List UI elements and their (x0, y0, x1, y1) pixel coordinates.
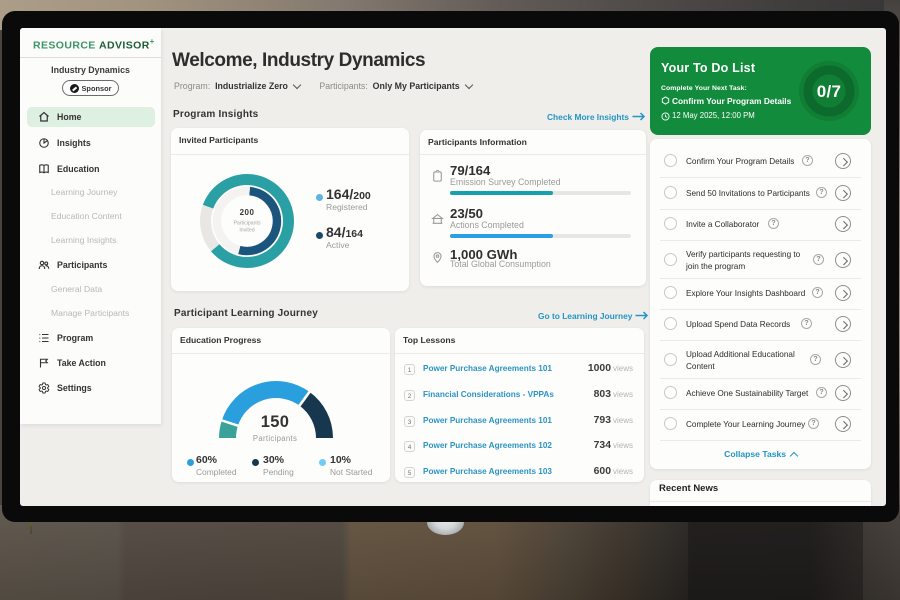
svg-text:200: 200 (240, 208, 255, 217)
svg-text:150: 150 (261, 413, 289, 431)
svg-text:Participants: Participants (253, 434, 297, 443)
svg-text:Participants: Participants (233, 221, 261, 227)
svg-text:Invited: Invited (239, 228, 254, 234)
